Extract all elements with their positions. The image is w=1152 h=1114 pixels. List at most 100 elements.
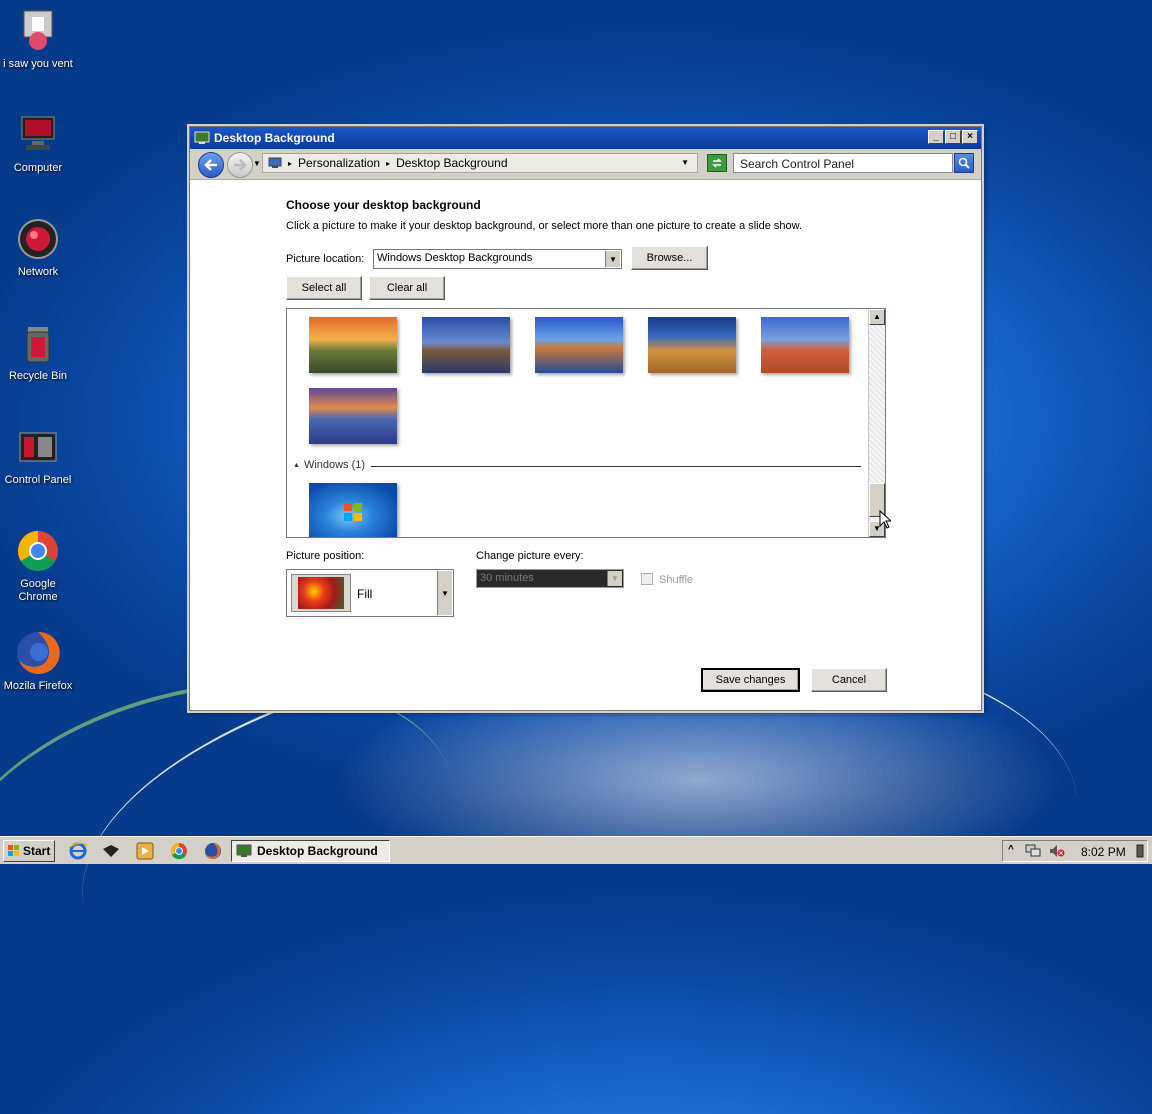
breadcrumb-desktop-background[interactable]: Desktop Background [396, 156, 507, 170]
group-header-windows[interactable]: ▲ Windows (1) [293, 459, 365, 471]
system-tray: ^ 8:02 PM [1002, 840, 1148, 862]
taskbar-window-desktop-background[interactable]: Desktop Background [231, 840, 390, 862]
group-header-label: Windows (1) [303, 459, 366, 471]
picture-location-label: Picture location: [286, 253, 365, 265]
search-button[interactable] [954, 153, 974, 173]
fill-preview-image [291, 574, 351, 612]
picture-location-value: Windows Desktop Backgrounds [377, 252, 533, 264]
media-player-icon[interactable] [136, 842, 154, 860]
shortcut-icon [15, 8, 61, 54]
change-picture-label: Change picture every: [476, 550, 584, 562]
wallpaper-thumb-lake[interactable] [309, 388, 397, 444]
mouse-cursor-icon [879, 510, 891, 529]
picture-position-select[interactable]: Fill ▼ [286, 569, 454, 617]
wallpaper-gallery: ▲ Windows (1) ▲ ▼ [286, 308, 886, 538]
wallpaper-thumb-windows[interactable] [309, 483, 397, 537]
change-picture-value: 30 minutes [480, 572, 534, 584]
desktop-icon-label: i saw you vent [3, 58, 73, 70]
show-hidden-icons-chevron-up-icon[interactable]: ^ [1008, 844, 1014, 855]
collapse-triangle-icon: ▲ [293, 461, 300, 469]
chevron-down-icon: ▼ [607, 571, 622, 586]
desktop-icon-recycle-bin[interactable]: Recycle Bin [0, 320, 76, 383]
search-input[interactable]: Search Control Panel [733, 153, 953, 173]
forward-arrow-icon [234, 159, 247, 171]
shuffle-label: Shuffle [659, 574, 694, 586]
main-content: Choose your desktop background Click a p… [190, 180, 981, 710]
desktop-icon-label: Control Panel [4, 474, 72, 486]
file-explorer-icon[interactable] [102, 842, 120, 860]
desktop-icon-label: Computer [13, 162, 63, 174]
taskbar-window-label: Desktop Background [257, 844, 378, 858]
show-desktop-icon[interactable] [1136, 844, 1144, 858]
volume-muted-icon[interactable] [1049, 844, 1065, 858]
breadcrumb-arrow-icon: ▸ [288, 158, 293, 168]
picture-position-label: Picture position: [286, 550, 365, 562]
computer-icon [15, 112, 61, 158]
back-button[interactable] [198, 152, 224, 178]
wallpaper-thumb-lighthouse[interactable] [422, 317, 510, 373]
picture-position-value: Fill [357, 587, 373, 601]
select-all-button[interactable]: Select all [286, 276, 362, 300]
chevron-down-icon: ▼ [605, 251, 620, 267]
desktop-background-window: Desktop Background _ □ × ▼ ▸ Personaliza… [189, 126, 982, 711]
monitor-icon [236, 844, 252, 857]
scroll-up-button[interactable]: ▲ [869, 309, 885, 325]
minimize-button[interactable]: _ [928, 130, 944, 144]
refresh-icon [712, 158, 722, 168]
desktop-icon-network[interactable]: Network [0, 216, 76, 279]
picture-location-select[interactable]: Windows Desktop Backgrounds ▼ [373, 249, 622, 269]
breadcrumb-separator: ▸ [386, 158, 391, 168]
desktop-icon-firefox[interactable]: Mozila Firefox [0, 630, 76, 693]
start-button[interactable]: Start [3, 840, 55, 862]
gallery-scrollbar[interactable]: ▲ ▼ [868, 309, 885, 537]
chevron-down-icon: ▼ [437, 571, 452, 615]
breadcrumb-personalization[interactable]: Personalization [298, 156, 380, 170]
wallpaper-thumb-haybale[interactable] [648, 317, 736, 373]
cancel-button[interactable]: Cancel [811, 668, 887, 692]
page-description: Click a picture to make it your desktop … [286, 220, 803, 232]
control-panel-small-icon [268, 157, 282, 169]
window-title: Desktop Background [214, 131, 335, 145]
windows-logo-icon [8, 845, 19, 856]
desktop-icon-label: Network [17, 266, 59, 278]
page-title: Choose your desktop background [286, 198, 481, 212]
chrome-icon [15, 528, 61, 574]
save-changes-button[interactable]: Save changes [701, 668, 800, 692]
desktop-icon-control-panel[interactable]: Control Panel [0, 424, 76, 487]
desktop-icon-label: Recycle Bin [8, 370, 68, 382]
control-panel-icon [15, 424, 61, 470]
recycle-bin-icon [15, 320, 61, 366]
internet-explorer-icon[interactable] [69, 842, 87, 860]
desktop-icon-i-saw-you-vent[interactable]: i saw you vent [0, 8, 76, 71]
change-picture-select: 30 minutes ▼ [476, 569, 624, 588]
wallpaper-thumb-rock[interactable] [535, 317, 623, 373]
taskbar: Start Desktop Background ^ 8:02 PM [0, 836, 1152, 864]
address-bar[interactable]: ▸ Personalization ▸ Desktop Background ▼ [262, 153, 698, 173]
close-button[interactable]: × [962, 130, 978, 144]
desktop-icon-label: Mozila Firefox [3, 680, 73, 692]
navigation-bar: ▼ ▸ Personalization ▸ Desktop Background… [190, 149, 981, 180]
shuffle-checkbox [641, 573, 653, 585]
refresh-button[interactable] [707, 154, 727, 172]
forward-button[interactable] [227, 152, 253, 178]
back-arrow-icon [204, 159, 217, 171]
wallpaper-thumb-sunset[interactable] [309, 317, 397, 373]
clock[interactable]: 8:02 PM [1081, 845, 1126, 859]
recent-pages-chevron-down-icon[interactable]: ▼ [253, 159, 261, 168]
address-dropdown-chevron-down-icon[interactable]: ▼ [681, 158, 689, 167]
monitor-icon [194, 131, 210, 145]
desktop-icon-label: Google Chrome [18, 578, 58, 603]
desktop-icon-computer[interactable]: Computer [0, 112, 76, 175]
clear-all-button[interactable]: Clear all [369, 276, 445, 300]
firefox-icon [15, 630, 61, 676]
network-tray-icon[interactable] [1025, 844, 1041, 858]
wallpaper-thumb-arch[interactable] [761, 317, 849, 373]
maximize-button[interactable]: □ [945, 130, 961, 144]
network-icon [15, 216, 61, 262]
firefox-taskbar-icon[interactable] [204, 842, 222, 860]
browse-button[interactable]: Browse... [631, 246, 708, 270]
chrome-taskbar-icon[interactable] [170, 842, 188, 860]
desktop-icon-google-chrome[interactable]: Google Chrome [0, 528, 76, 604]
window-titlebar[interactable]: Desktop Background _ □ × [190, 127, 981, 149]
windows-logo-icon [344, 503, 362, 521]
